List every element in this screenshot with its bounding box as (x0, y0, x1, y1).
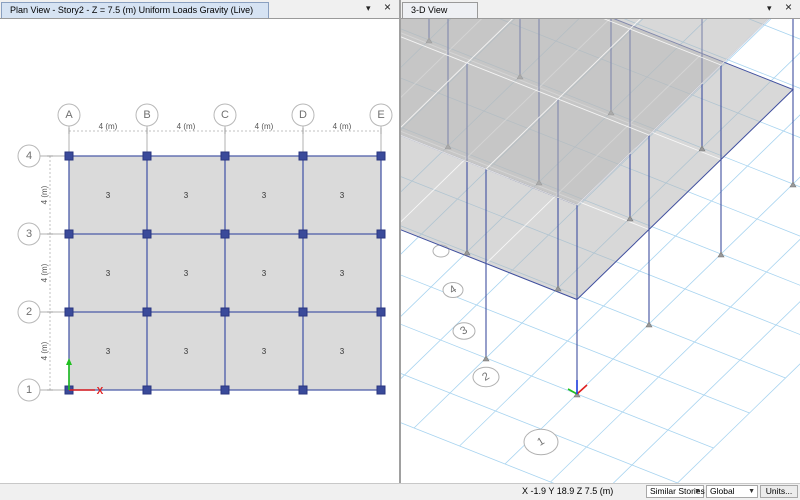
support-joint (64, 151, 74, 161)
close-icon[interactable]: × (384, 0, 391, 14)
plan-view-tabstrip: Plan View - Story2 - Z = 7.5 (m) Uniform… (0, 0, 399, 19)
support-joint (142, 151, 152, 161)
dimension-label: 4 (m) (40, 341, 49, 360)
chevron-down-icon[interactable]: ▾ (767, 3, 772, 14)
x-axis-label: X (97, 386, 104, 397)
grid-bubble-label: B (143, 109, 150, 121)
support-joint (298, 385, 308, 395)
grid-bubble-label: 2 (26, 306, 32, 318)
grid-bubble-label: A (65, 109, 73, 121)
3d-view-canvas[interactable]: 4321 (401, 19, 800, 483)
units-button[interactable]: Units... (760, 485, 798, 498)
support-joint (142, 307, 152, 317)
support-joint (220, 385, 230, 395)
support-joint (298, 151, 308, 161)
support-joint (64, 307, 74, 317)
3d-view-pane[interactable]: 3-D View ▾ × 4321 (401, 0, 800, 483)
status-bar: X -1.9 Y 18.9 Z 7.5 (m) Similar Stories … (0, 483, 800, 500)
plan-view-tab[interactable]: Plan View - Story2 - Z = 7.5 (m) Uniform… (1, 2, 269, 18)
dimension-label: 4 (m) (333, 122, 352, 131)
slab-load-label: 3 (106, 347, 111, 356)
support-joint (220, 229, 230, 239)
slab-load-label: 3 (340, 269, 345, 278)
chevron-down-icon: ▼ (748, 488, 755, 495)
slab-load-label: 3 (106, 191, 111, 200)
support-joint (298, 229, 308, 239)
grid-bubble-label: C (221, 109, 229, 121)
support-joint (64, 229, 74, 239)
chevron-down-icon: ▼ (694, 488, 701, 495)
slab-load-label: 3 (262, 269, 267, 278)
dimension-label: 4 (m) (255, 122, 274, 131)
support-joint (376, 151, 386, 161)
dimension-label: 4 (m) (40, 185, 49, 204)
slab-load-label: 3 (184, 269, 189, 278)
3d-view-tab[interactable]: 3-D View (402, 2, 478, 18)
support-joint (142, 229, 152, 239)
cursor-coordinates: X -1.9 Y 18.9 Z 7.5 (m) (522, 486, 614, 496)
y-axis-arrow (567, 388, 578, 395)
dimension-label: 4 (m) (99, 122, 118, 131)
dimension-label: 4 (m) (177, 122, 196, 131)
close-icon[interactable]: × (785, 0, 792, 14)
slab-load-label: 3 (262, 347, 267, 356)
coord-system-select[interactable]: Global ▼ (706, 485, 758, 498)
grid-bubble-label: E (377, 109, 384, 121)
dimension-label: 4 (m) (40, 263, 49, 282)
grid-bubble-label: 4 (26, 150, 32, 162)
slab-load-label: 3 (106, 269, 111, 278)
support-joint (142, 385, 152, 395)
grid-bubble-label: 1 (26, 384, 32, 396)
story-option-select[interactable]: Similar Stories ▼ (646, 485, 705, 498)
grid-bubble-label: 3 (26, 228, 32, 240)
support-joint (376, 385, 386, 395)
chevron-down-icon[interactable]: ▾ (366, 3, 371, 14)
support-joint (220, 307, 230, 317)
support-joint (376, 307, 386, 317)
slab-load-label: 3 (184, 191, 189, 200)
support-joint (376, 229, 386, 239)
support-joint (220, 151, 230, 161)
3d-view-tabstrip: 3-D View ▾ × (401, 0, 800, 19)
plan-view-pane[interactable]: Plan View - Story2 - Z = 7.5 (m) Uniform… (0, 0, 399, 483)
slab-load-label: 3 (262, 191, 267, 200)
plan-view-canvas[interactable]: 3 3 3 3 3 3 3 3 3 3 3 3 4 (m) 4 (m) 4 (m) 4 (m) 4 (m) 4 … (0, 19, 399, 483)
x-axis-arrow (576, 384, 588, 395)
slab-load-label: 3 (340, 191, 345, 200)
slab-load-label: 3 (340, 347, 345, 356)
grid-bubble-label: D (299, 109, 307, 121)
support-joint (298, 307, 308, 317)
slab-load-label: 3 (184, 347, 189, 356)
coord-system-value: Global (710, 486, 735, 496)
